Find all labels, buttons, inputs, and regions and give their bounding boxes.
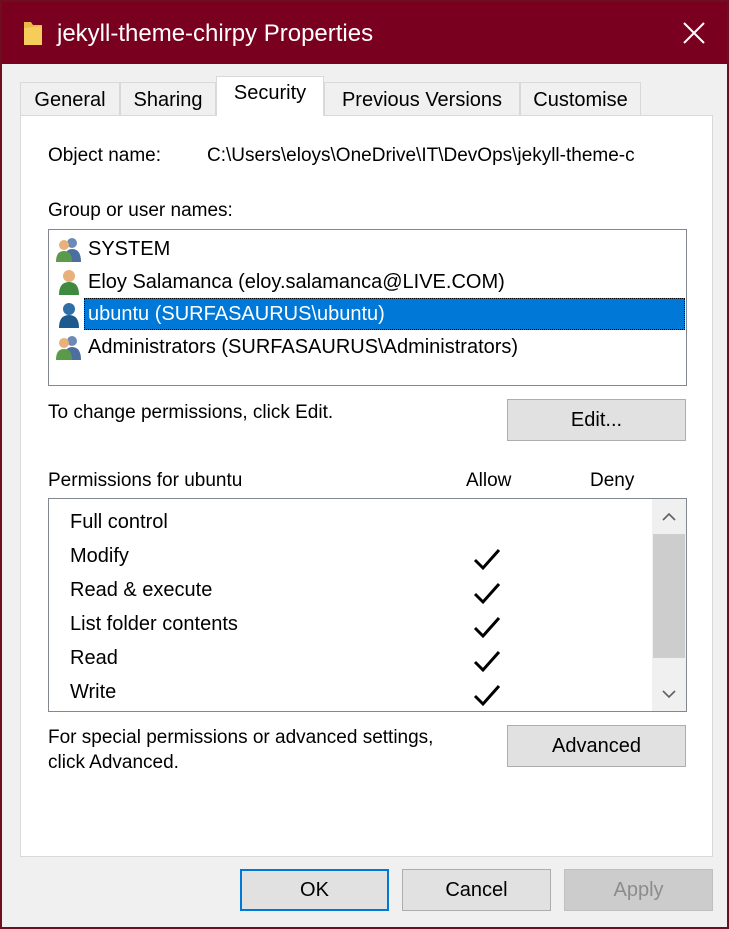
- groups-label: Group or user names:: [48, 200, 233, 221]
- folder-icon: [24, 22, 42, 45]
- object-name-value: C:\Users\eloys\OneDrive\IT\DevOps\jekyll…: [207, 145, 635, 166]
- window-title: jekyll-theme-chirpy Properties: [57, 20, 374, 47]
- group-users-icon: [56, 238, 81, 262]
- permission-row: Write: [49, 675, 649, 709]
- ok-button[interactable]: OK: [240, 869, 389, 911]
- user-name: SYSTEM: [88, 237, 171, 260]
- scroll-thumb[interactable]: [653, 534, 685, 658]
- allow-header: Allow: [466, 470, 512, 491]
- tab-security[interactable]: Security: [216, 76, 324, 116]
- list-item[interactable]: Eloy Salamanca (eloy.salamanca@LIVE.COM): [55, 266, 686, 298]
- advanced-hint-line1: For special permissions or advanced sett…: [48, 727, 434, 748]
- user-name: ubuntu (SURFASAURUS\ubuntu): [88, 302, 385, 325]
- advanced-button[interactable]: Advanced: [507, 725, 686, 767]
- tab-general[interactable]: General: [20, 82, 120, 116]
- chevron-up-icon: [662, 512, 676, 521]
- close-icon: [683, 22, 705, 44]
- list-item-selected[interactable]: ubuntu (SURFASAURUS\ubuntu): [84, 298, 685, 330]
- permission-name: Read: [70, 647, 118, 669]
- permission-name: Full control: [70, 511, 168, 533]
- user-list[interactable]: SYSTEM Eloy Salamanca (eloy.salamanca@LI…: [48, 229, 687, 386]
- cancel-button[interactable]: Cancel: [402, 869, 551, 911]
- permission-name: Write: [70, 681, 117, 703]
- permission-row: Full control: [49, 505, 649, 539]
- user-icon: [59, 303, 79, 328]
- user-name: Eloy Salamanca (eloy.salamanca@LIVE.COM): [88, 270, 505, 293]
- edit-button[interactable]: Edit...: [507, 399, 686, 441]
- close-button[interactable]: [661, 2, 727, 64]
- title-bar: jekyll-theme-chirpy Properties: [2, 2, 727, 64]
- list-item[interactable]: SYSTEM: [55, 233, 686, 265]
- allow-checkmark-icon: [473, 651, 501, 673]
- user-name: Administrators (SURFASAURUS\Administrato…: [88, 335, 519, 358]
- permission-name: Read & execute: [70, 579, 213, 601]
- apply-button[interactable]: Apply: [564, 869, 713, 911]
- scroll-down-button[interactable]: [652, 677, 686, 711]
- advanced-hint-line2: click Advanced.: [48, 752, 179, 773]
- permission-row: Modify: [49, 539, 649, 573]
- permission-name: List folder contents: [70, 613, 238, 635]
- properties-dialog: jekyll-theme-chirpy Properties General S…: [0, 0, 729, 929]
- allow-checkmark-icon: [473, 583, 501, 605]
- permission-name: Modify: [70, 545, 129, 567]
- object-name-label: Object name:: [48, 145, 161, 166]
- list-item[interactable]: Administrators (SURFASAURUS\Administrato…: [55, 331, 686, 363]
- scroll-up-button[interactable]: [652, 499, 686, 533]
- permissions-list: Full control Modify Read & execute List …: [48, 498, 687, 712]
- group-users-icon: [56, 336, 81, 360]
- security-panel: Object name: C:\Users\eloys\OneDrive\IT\…: [20, 115, 713, 857]
- user-icon: [59, 270, 79, 295]
- tab-previous-versions[interactable]: Previous Versions: [324, 82, 520, 116]
- deny-header: Deny: [590, 470, 635, 491]
- permissions-label: Permissions for ubuntu: [48, 470, 243, 491]
- allow-checkmark-icon: [473, 617, 501, 639]
- chevron-down-icon: [662, 689, 676, 698]
- allow-checkmark-icon: [473, 549, 501, 571]
- allow-checkmark-icon: [473, 685, 501, 707]
- permissions-scrollbar[interactable]: [652, 499, 686, 711]
- permission-row: Read: [49, 641, 649, 675]
- change-permissions-hint: To change permissions, click Edit.: [48, 402, 334, 423]
- permission-row: Read & execute: [49, 573, 649, 607]
- tab-sharing[interactable]: Sharing: [120, 82, 216, 116]
- permission-row: List folder contents: [49, 607, 649, 641]
- tab-customise[interactable]: Customise: [520, 82, 641, 116]
